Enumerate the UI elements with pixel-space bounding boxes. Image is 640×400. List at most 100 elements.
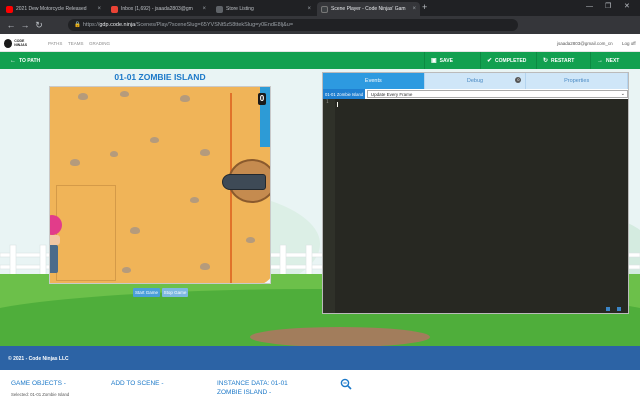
browser-tab-youtube[interactable]: 2021 Dew Motorcycle Released × bbox=[2, 2, 105, 16]
tab-title: Store Listing bbox=[226, 6, 254, 12]
completed-label: COMPLETED bbox=[495, 57, 527, 64]
youtube-icon bbox=[6, 5, 13, 13]
user-email[interactable]: jsaada2803@gmail.com_cn bbox=[557, 41, 613, 46]
next-button[interactable]: → NEXT bbox=[590, 52, 640, 69]
forward-icon[interactable]: → bbox=[18, 20, 32, 30]
rock bbox=[180, 95, 190, 102]
editor-gutter bbox=[323, 99, 335, 313]
event-select-value: Update Every Frame bbox=[370, 91, 413, 97]
rock bbox=[122, 267, 131, 273]
gmail-icon bbox=[111, 5, 118, 13]
close-icon[interactable]: × bbox=[94, 6, 101, 12]
address-bar[interactable]: 🔒 https://gdp.code.ninja/Scenes/Play/?sc… bbox=[68, 19, 518, 31]
spawn-zone bbox=[56, 185, 116, 281]
browser-toolbar: ← → ↻ 🔒 https://gdp.code.ninja/Scenes/Pl… bbox=[0, 16, 640, 45]
to-path-button[interactable]: ← TO PATH bbox=[4, 52, 46, 69]
tab-title: 2021 Dew Motorcycle Released bbox=[16, 6, 87, 12]
game-objects-header[interactable]: GAME OBJECTS - bbox=[11, 380, 66, 388]
arrow-left-icon: ← bbox=[10, 57, 16, 64]
new-tab-button[interactable]: + bbox=[422, 3, 427, 12]
bottom-panels bbox=[0, 370, 640, 400]
logo-mark bbox=[4, 38, 13, 48]
reload-icon[interactable]: ↻ bbox=[32, 20, 46, 31]
rock bbox=[200, 263, 210, 270]
rock bbox=[130, 227, 140, 234]
tab-title: Scene Player - Code Ninjas' Gam bbox=[331, 6, 406, 12]
editor-subheader: 01-01 Zombie Island Update Every Frame ⌄ bbox=[323, 89, 628, 99]
site-header: CODE NINJAS PATHS TEAMS GRADING jsaada28… bbox=[0, 34, 640, 52]
instance-data-header-line2[interactable]: ZOMBIE ISLAND - bbox=[217, 389, 271, 397]
zoom-search-icon[interactable] bbox=[340, 378, 352, 390]
url-prefix: https:// bbox=[82, 22, 100, 28]
ninja-character-body bbox=[50, 245, 58, 273]
rock bbox=[150, 137, 159, 143]
lock-icon: 🔒 bbox=[74, 22, 81, 28]
background-dirt-path bbox=[250, 327, 430, 346]
minimize-icon[interactable]: — bbox=[586, 3, 593, 11]
tab-debug[interactable]: Debug 0 bbox=[424, 73, 527, 89]
cannon bbox=[222, 174, 266, 190]
code-editor-panel: Events Debug 0 Properties 01-01 Zombie I… bbox=[322, 72, 629, 314]
rock bbox=[70, 159, 80, 166]
selected-object-text: Selected: 01-01 Zombie Island bbox=[11, 392, 70, 397]
save-icon: ▣ bbox=[431, 58, 437, 64]
store-icon bbox=[216, 5, 223, 13]
start-game-button[interactable]: Start Game bbox=[133, 288, 160, 297]
close-icon[interactable]: × bbox=[304, 6, 311, 12]
object-label: 01-01 Zombie Island bbox=[323, 89, 365, 99]
chevron-down-icon: ⌄ bbox=[620, 91, 625, 97]
arrow-right-icon: → bbox=[597, 57, 603, 64]
game-canvas[interactable]: 0 bbox=[49, 86, 271, 284]
browser-tab-store[interactable]: Store Listing × bbox=[212, 2, 315, 16]
close-icon[interactable]: × bbox=[199, 6, 206, 12]
window-close-icon[interactable]: ✕ bbox=[624, 3, 630, 11]
url-host: gdp.code.ninja bbox=[99, 22, 136, 28]
nav-teams[interactable]: TEAMS bbox=[68, 41, 84, 46]
next-label: NEXT bbox=[606, 57, 620, 64]
completed-button[interactable]: ✔ COMPLETED bbox=[480, 52, 536, 69]
logout-link[interactable]: Log off bbox=[622, 41, 636, 46]
nav-grading[interactable]: GRADING bbox=[89, 41, 110, 46]
to-path-label: TO PATH bbox=[19, 57, 41, 64]
close-icon[interactable]: × bbox=[409, 6, 416, 12]
scene-title: 01-01 ZOMBIE ISLAND bbox=[114, 72, 206, 82]
restart-label: RESTART bbox=[551, 57, 575, 64]
line-number: 1 bbox=[326, 100, 329, 105]
ninja-character-face bbox=[50, 235, 60, 245]
check-icon: ✔ bbox=[487, 58, 493, 64]
save-label: SAVE bbox=[439, 57, 453, 64]
browser-tab-bar: 2021 Dew Motorcycle Released × Inbox (1,… bbox=[0, 0, 640, 16]
tab-properties[interactable]: Properties bbox=[526, 73, 629, 89]
stop-game-button[interactable]: Stop Game bbox=[162, 288, 188, 297]
restart-icon: ↻ bbox=[543, 58, 549, 64]
event-select[interactable]: Update Every Frame ⌄ bbox=[366, 90, 628, 98]
code-ninjas-logo[interactable]: CODE NINJAS bbox=[4, 38, 36, 48]
tab-debug-label: Debug bbox=[466, 78, 484, 84]
site-footer: © 2021 - Code Ninjas LLC bbox=[0, 346, 640, 370]
back-icon[interactable]: ← bbox=[4, 20, 18, 30]
rock bbox=[110, 151, 118, 157]
restart-button[interactable]: ↻ RESTART bbox=[536, 52, 586, 69]
editor-tabs: Events Debug 0 Properties bbox=[323, 73, 629, 89]
rock bbox=[190, 197, 199, 203]
logo-text: CODE NINJAS bbox=[14, 39, 28, 47]
add-to-scene-header[interactable]: ADD TO SCENE - bbox=[111, 380, 164, 388]
browser-tab-gmail[interactable]: Inbox (1,692) - jsaada2803@gm × bbox=[107, 2, 210, 16]
rock bbox=[200, 149, 210, 156]
save-button[interactable]: ▣ SAVE bbox=[424, 52, 474, 69]
score-counter: 0 bbox=[258, 93, 266, 105]
code-ninjas-icon bbox=[321, 5, 328, 13]
rock bbox=[120, 91, 129, 97]
tab-title: Inbox (1,692) - jsaada2803@gm bbox=[121, 6, 193, 12]
nav-paths[interactable]: PATHS bbox=[48, 41, 62, 46]
settings-icon[interactable] bbox=[617, 307, 621, 311]
code-area[interactable] bbox=[335, 99, 628, 313]
browser-tab-scene-player[interactable]: Scene Player - Code Ninjas' Gam × bbox=[317, 2, 420, 16]
rock bbox=[78, 93, 88, 100]
instance-data-header[interactable]: INSTANCE DATA: 01-01 bbox=[217, 380, 288, 388]
action-bar: ← TO PATH ▣ SAVE ✔ COMPLETED ↻ RESTART →… bbox=[0, 52, 640, 69]
copyright-text: © 2021 - Code Ninjas LLC bbox=[8, 356, 69, 362]
maximize-icon[interactable]: ❐ bbox=[605, 3, 611, 11]
expand-icon[interactable] bbox=[606, 307, 610, 311]
tab-events[interactable]: Events bbox=[323, 73, 425, 89]
